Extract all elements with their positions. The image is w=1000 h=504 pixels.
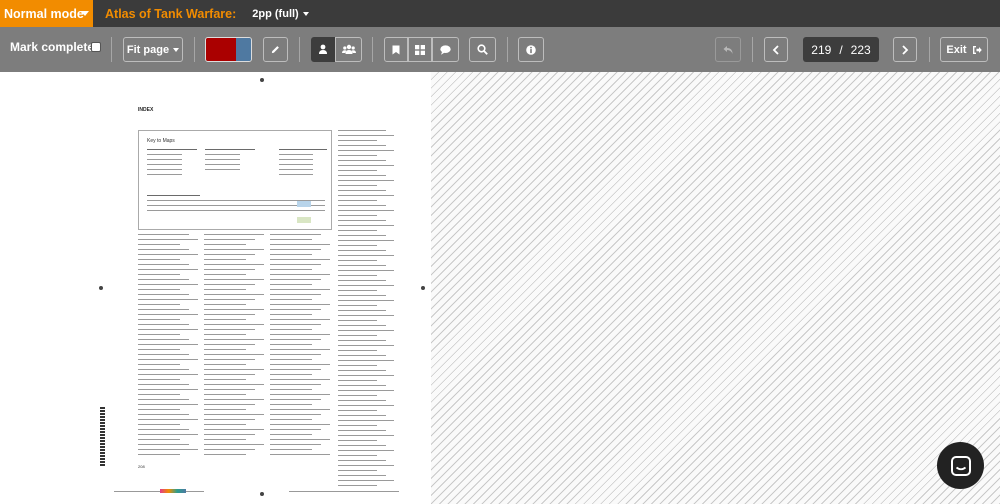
footer-print-line — [289, 491, 399, 492]
chat-icon — [950, 455, 971, 476]
search-icon — [477, 44, 488, 55]
footer-print-line — [114, 491, 204, 492]
current-page[interactable]: 219 — [811, 43, 831, 57]
exit-button[interactable]: Exit — [940, 37, 988, 62]
chevron-down-icon — [81, 11, 89, 16]
mode-label: Normal mode — [4, 6, 84, 21]
fit-page-label: Fit page — [126, 43, 170, 56]
toolbar-divider — [372, 37, 373, 62]
highlight-color-picker[interactable] — [205, 37, 252, 62]
bookmark-button[interactable] — [384, 37, 408, 62]
pencil-button[interactable] — [263, 37, 288, 62]
personal-notes-button[interactable] — [311, 37, 335, 62]
index-column — [138, 234, 198, 459]
undo-button[interactable] — [715, 37, 741, 62]
page-registration-mark — [260, 78, 264, 82]
key-column — [279, 149, 327, 179]
key-swatch — [297, 201, 311, 207]
exit-label: Exit — [946, 43, 967, 56]
book-title: Atlas of Tank Warfare: — [105, 6, 237, 21]
page-registration-mark — [260, 492, 264, 496]
page-registration-mark — [421, 286, 425, 290]
page-heading: INDEX — [138, 107, 154, 113]
document-viewer[interactable]: INDEX Key to Maps 208 — [0, 72, 1000, 504]
thumbnails-button[interactable] — [408, 37, 432, 62]
page-number: 208 — [138, 464, 145, 469]
page-counter[interactable]: 219 / 223 — [803, 37, 879, 62]
group-icon — [341, 44, 356, 54]
grid-icon — [415, 44, 425, 55]
search-button[interactable] — [469, 37, 496, 62]
page-separator: / — [839, 42, 843, 57]
color-swatch-red[interactable] — [206, 38, 236, 61]
index-column — [204, 234, 264, 459]
chevron-right-icon — [902, 44, 909, 55]
fit-page-dropdown[interactable]: Fit page — [123, 37, 183, 62]
key-column — [205, 149, 255, 174]
mark-complete-label: Mark complete — [10, 40, 95, 54]
toolbar: Mark complete Fit page 219 / 223 Exit — [0, 27, 1000, 72]
map-key-box: Key to Maps — [138, 130, 332, 230]
comment-icon — [440, 44, 451, 55]
toolbar-divider — [194, 37, 195, 62]
mode-dropdown[interactable]: Normal mode — [0, 0, 93, 27]
layout-label: 2pp (full) — [252, 7, 299, 20]
top-bar: Normal mode Atlas of Tank Warfare: 2pp (… — [0, 0, 1000, 27]
key-swatch — [297, 217, 311, 223]
layout-dropdown[interactable]: 2pp (full) — [252, 7, 309, 20]
chevron-down-icon — [173, 47, 180, 52]
toolbar-divider — [111, 37, 112, 62]
color-swatch-blue[interactable] — [235, 38, 251, 61]
toolbar-divider — [929, 37, 930, 62]
bookmark-icon — [392, 45, 400, 54]
page-registration-mark — [99, 286, 103, 290]
pencil-icon — [271, 46, 279, 54]
toolbar-divider — [507, 37, 508, 62]
key-column — [147, 149, 197, 179]
key-title: Key to Maps — [147, 138, 175, 144]
toolbar-divider — [299, 37, 300, 62]
info-button[interactable] — [518, 37, 544, 62]
chat-launcher-button[interactable] — [937, 442, 984, 489]
document-page: INDEX Key to Maps 208 — [94, 72, 431, 504]
index-column — [338, 130, 394, 490]
color-registration-bar — [160, 489, 186, 493]
chevron-left-icon — [772, 44, 779, 55]
next-page-button[interactable] — [893, 37, 917, 62]
empty-page-area — [431, 72, 1000, 504]
info-icon — [526, 44, 536, 55]
total-pages: 223 — [850, 42, 871, 57]
index-column — [270, 234, 330, 459]
comments-button[interactable] — [432, 37, 459, 62]
user-icon — [319, 44, 327, 54]
toolbar-divider — [752, 37, 753, 62]
prev-page-button[interactable] — [764, 37, 788, 62]
chevron-down-icon — [302, 11, 309, 16]
mark-complete-checkbox[interactable] — [91, 42, 101, 52]
shared-notes-button[interactable] — [335, 37, 362, 62]
margin-vertical-text — [100, 407, 105, 467]
undo-icon — [723, 45, 732, 54]
exit-icon — [972, 45, 982, 54]
